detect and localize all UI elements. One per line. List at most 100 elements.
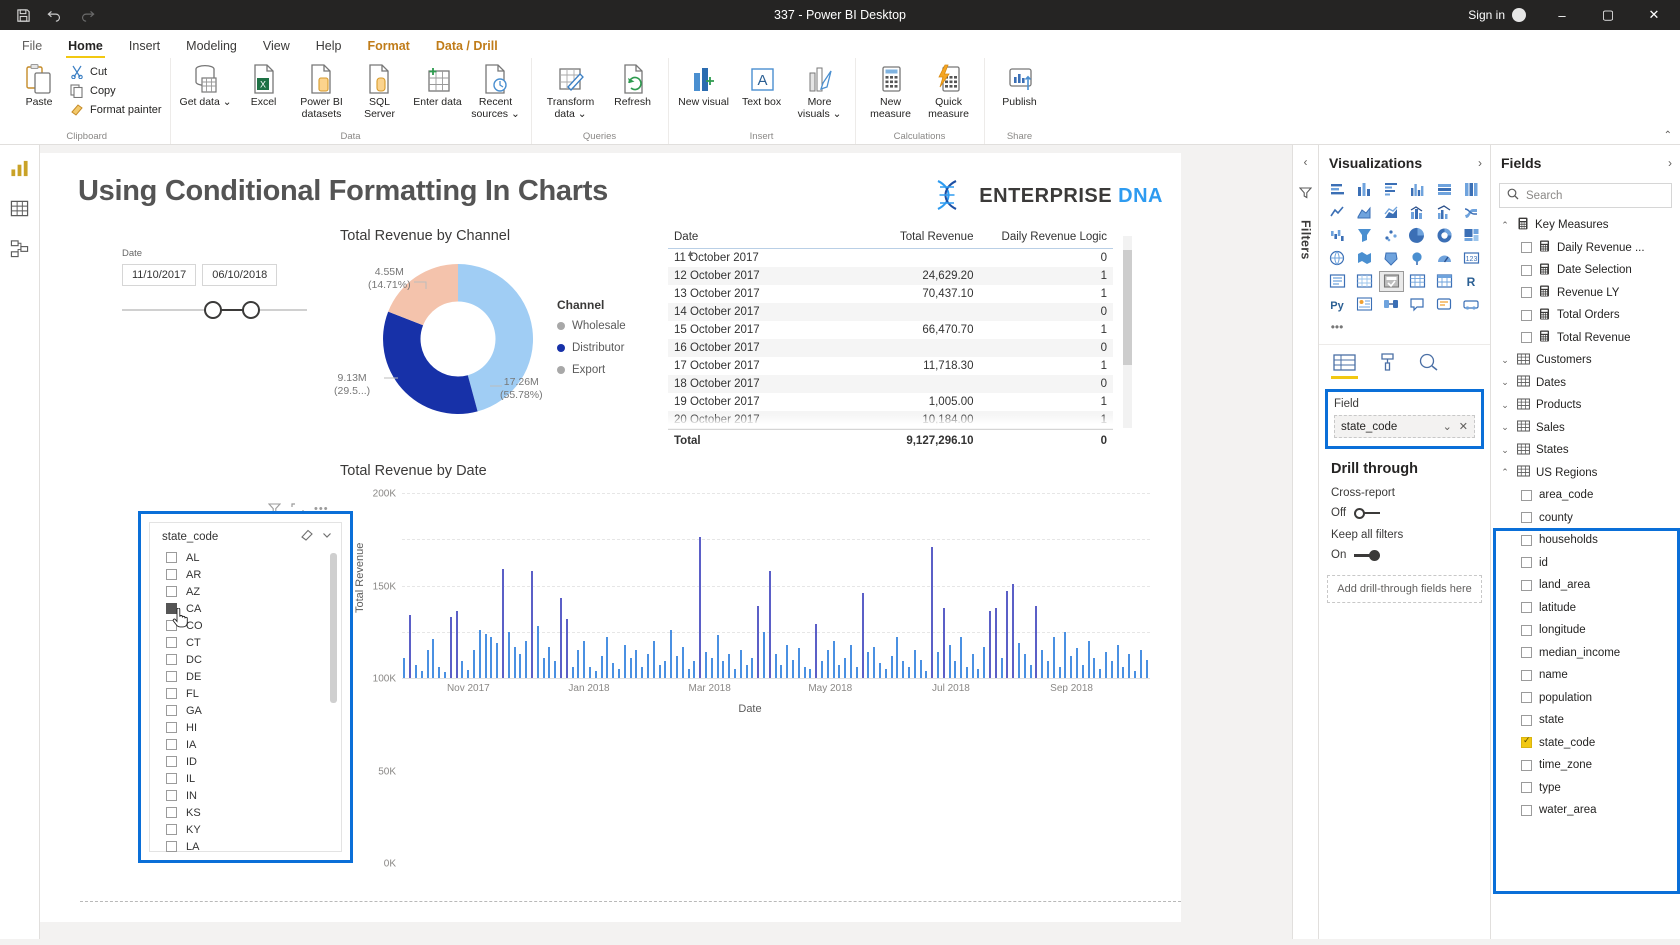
bar[interactable]: [1116, 644, 1119, 678]
table-row[interactable]: 18 October 2017 0: [668, 375, 1113, 393]
bar-chart-visual[interactable]: Total Revenue by Date Total Revenue 0K 50…: [340, 463, 1160, 870]
slicer-checkbox-ky[interactable]: [166, 824, 177, 835]
slicer-checkbox-la[interactable]: [166, 841, 177, 852]
slicer-item-al[interactable]: AL: [166, 549, 341, 566]
slicer-item-list[interactable]: AL AR AZ CA CO CT DC DE FL GA HI IA ID IL IN KS KY LA: [150, 547, 341, 855]
bar[interactable]: [1052, 637, 1055, 678]
excel-button[interactable]: X Excel: [235, 61, 293, 111]
bar[interactable]: [902, 661, 905, 678]
field-checkbox[interactable]: [1521, 242, 1532, 254]
map-icon[interactable]: [1325, 248, 1350, 269]
bar[interactable]: [1099, 668, 1102, 678]
kpi-icon[interactable]: [1352, 271, 1377, 292]
bar[interactable]: [884, 668, 887, 678]
bar[interactable]: [960, 637, 963, 678]
field-checkbox[interactable]: [1521, 287, 1532, 299]
bar[interactable]: [1134, 670, 1137, 678]
table-scrollbar-thumb[interactable]: [1123, 250, 1132, 365]
bar[interactable]: [473, 650, 476, 678]
bar[interactable]: [461, 661, 464, 678]
bar[interactable]: [1029, 665, 1032, 678]
bar[interactable]: [954, 661, 957, 678]
bar[interactable]: [646, 653, 649, 678]
filled-map-icon[interactable]: [1352, 248, 1377, 269]
collapse-fields-icon[interactable]: ›: [1668, 156, 1672, 170]
tab-modeling[interactable]: Modeling: [174, 35, 249, 58]
slicer-item-dc[interactable]: DC: [166, 651, 341, 668]
slicer-checkbox-ct[interactable]: [166, 637, 177, 648]
bar[interactable]: [664, 661, 667, 678]
bar[interactable]: [490, 637, 493, 678]
slicer-item-ca[interactable]: CA: [166, 600, 341, 617]
more-options-icon[interactable]: •••: [1325, 317, 1350, 338]
clear-selections-icon[interactable]: [301, 529, 313, 544]
bar[interactable]: [1076, 648, 1079, 678]
azure-map-icon[interactable]: [1406, 248, 1431, 269]
slicer-checkbox-fl[interactable]: [166, 688, 177, 699]
get-data-button[interactable]: Get data ⌄: [177, 61, 235, 111]
tab-home[interactable]: Home: [56, 35, 115, 58]
bar[interactable]: [931, 546, 934, 678]
multi-row-card-icon[interactable]: [1325, 271, 1350, 292]
field-checkbox[interactable]: [1521, 804, 1532, 816]
bar[interactable]: [745, 665, 748, 678]
bar[interactable]: [687, 668, 690, 678]
bar[interactable]: [577, 650, 580, 678]
table-row[interactable]: 14 October 2017 0: [668, 303, 1113, 321]
bar[interactable]: [803, 666, 806, 678]
bar[interactable]: [1023, 653, 1026, 678]
field-item-area-code[interactable]: area_code: [1495, 484, 1680, 507]
donut-chart-icon[interactable]: [1432, 225, 1457, 246]
field-item-daily-revenue[interactable]: Daily Revenue ...: [1495, 237, 1680, 260]
bar[interactable]: [925, 670, 928, 678]
table-row[interactable]: 17 October 2017 11,718.30 1: [668, 357, 1113, 375]
bar[interactable]: [420, 670, 423, 678]
save-icon[interactable]: [14, 6, 32, 24]
slicer-item-ia[interactable]: IA: [166, 736, 341, 753]
bar[interactable]: [513, 646, 516, 678]
bar[interactable]: [641, 666, 644, 678]
keep-all-filters-toggle[interactable]: [1354, 549, 1381, 561]
enter-data-button[interactable]: Enter data: [409, 61, 467, 111]
tab-file[interactable]: File: [10, 35, 54, 58]
bar[interactable]: [728, 653, 731, 678]
table-row[interactable]: 16 October 2017 0: [668, 339, 1113, 357]
bar[interactable]: [867, 652, 870, 678]
bar[interactable]: [1047, 661, 1050, 678]
slicer-item-co[interactable]: CO: [166, 617, 341, 634]
bar[interactable]: [733, 668, 736, 678]
chevron-up-icon[interactable]: ⌃: [1499, 220, 1511, 231]
more-visuals-button[interactable]: More visuals ⌄: [791, 61, 849, 122]
bar[interactable]: [502, 568, 505, 678]
field-item-type[interactable]: type: [1495, 777, 1680, 800]
python-visual-icon[interactable]: Py: [1325, 294, 1350, 315]
bar[interactable]: [1018, 642, 1021, 678]
bar[interactable]: [548, 646, 551, 678]
bar[interactable]: [1070, 655, 1073, 678]
field-item-median-income[interactable]: median_income: [1495, 642, 1680, 665]
bar[interactable]: [809, 668, 812, 678]
field-item-longitude[interactable]: longitude: [1495, 619, 1680, 642]
field-item-land-area[interactable]: land_area: [1495, 574, 1680, 597]
fields-search-box[interactable]: Search: [1499, 183, 1672, 208]
bar[interactable]: [699, 537, 702, 678]
bar[interactable]: [1093, 657, 1096, 678]
slicer-item-id[interactable]: ID: [166, 753, 341, 770]
field-checkbox[interactable]: [1521, 647, 1532, 659]
sidebar-item-report-view[interactable]: [7, 155, 33, 181]
fields-table-sales[interactable]: ⌄ Sales: [1495, 417, 1680, 440]
maximize-button[interactable]: ▢: [1586, 0, 1630, 30]
bar[interactable]: [838, 665, 841, 678]
analytics-tool-icon[interactable]: [1419, 353, 1439, 379]
sidebar-item-model-view[interactable]: [7, 235, 33, 261]
fields-table-customers[interactable]: ⌄ Customers: [1495, 349, 1680, 372]
date-start-input[interactable]: 11/10/2017: [122, 264, 197, 286]
bar[interactable]: [1087, 641, 1090, 678]
slicer-item-fl[interactable]: FL: [166, 685, 341, 702]
bar[interactable]: [849, 644, 852, 678]
sidebar-item-data-view[interactable]: [7, 195, 33, 221]
date-slider-left-handle[interactable]: [204, 301, 222, 319]
bar[interactable]: [907, 666, 910, 678]
bar[interactable]: [531, 570, 533, 678]
bar[interactable]: [693, 661, 696, 678]
